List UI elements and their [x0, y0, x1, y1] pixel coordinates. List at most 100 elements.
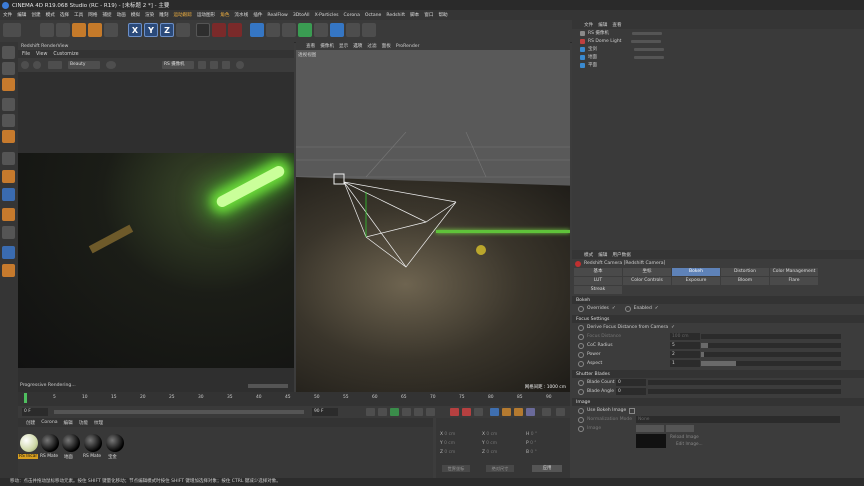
aspect-field[interactable]: 1 — [670, 360, 700, 367]
am-menu-mode[interactable]: 模式 — [584, 252, 593, 258]
snapshot-icon[interactable] — [48, 61, 62, 69]
focus-distance-slider[interactable] — [701, 334, 841, 339]
coord-value[interactable]: 0 ° — [531, 432, 537, 437]
menu-item-mesh[interactable]: 网格 — [88, 12, 97, 18]
param-key-icon[interactable] — [526, 408, 535, 416]
tab-distortion[interactable]: Distortion — [721, 268, 769, 276]
eye-icon[interactable] — [106, 61, 116, 69]
texture-mode-icon[interactable] — [2, 78, 15, 91]
am-menu-userdata[interactable]: 用户数据 — [612, 252, 630, 258]
viewport-menu-view[interactable]: 查看 — [306, 43, 315, 49]
crosshair-icon[interactable] — [210, 61, 218, 69]
live-select-icon[interactable] — [40, 23, 54, 37]
play-icon[interactable] — [390, 408, 399, 416]
pla-key-icon[interactable] — [542, 408, 551, 416]
override-radio[interactable] — [578, 305, 584, 312]
image-path-button[interactable] — [636, 425, 664, 432]
light-icon[interactable] — [362, 23, 376, 37]
y-axis-button[interactable]: Y — [144, 23, 158, 37]
blade-angle-radio[interactable] — [578, 388, 584, 395]
render-start-icon[interactable] — [21, 61, 29, 69]
power-field[interactable]: 2 — [670, 351, 700, 358]
tab-lut[interactable]: LUT — [574, 277, 622, 285]
blade-angle-slider[interactable] — [648, 389, 841, 394]
rotate-icon[interactable] — [88, 23, 102, 37]
edit-image-button[interactable]: Edit Image... — [676, 441, 703, 446]
viewport-menu-panel[interactable]: 面板 — [382, 43, 391, 49]
renderview-menu-view[interactable]: View — [36, 52, 47, 57]
object-row-dome-light[interactable]: RS Dome Light — [572, 37, 864, 45]
coord-value[interactable]: 0 cm — [486, 441, 497, 446]
menu-item-tools[interactable]: 工具 — [74, 12, 83, 18]
edges-mode-icon[interactable] — [2, 114, 15, 127]
menu-item-redshift[interactable]: Redshift — [386, 13, 405, 18]
derive-radio[interactable] — [578, 324, 584, 331]
menu-item-character[interactable]: 角色 — [220, 12, 229, 18]
object-row-camera[interactable]: RS 摄像机 — [572, 29, 864, 37]
menu-item-plugins[interactable]: 插件 — [253, 12, 262, 18]
power-slider[interactable] — [701, 352, 841, 357]
prev-key-icon[interactable] — [378, 408, 387, 416]
image-radio[interactable] — [578, 426, 584, 432]
menu-item-script[interactable]: 脚本 — [410, 12, 419, 18]
render-picture-viewer-icon[interactable] — [212, 23, 226, 37]
blade-angle-field[interactable]: 0 — [616, 388, 646, 395]
tweak-icon[interactable] — [2, 170, 15, 183]
tab-bokeh[interactable]: Bokeh — [672, 268, 720, 276]
grid-icon[interactable] — [198, 61, 206, 69]
size-mode-select[interactable]: 绝对尺寸 — [486, 465, 514, 472]
om-menu-edit[interactable]: 编辑 — [598, 22, 607, 28]
coord-value[interactable]: 0 ° — [530, 441, 536, 446]
blade-count-field[interactable]: 0 — [616, 379, 646, 386]
menu-item-render[interactable]: 渲染 — [145, 12, 154, 18]
menu-item-window[interactable]: 窗口 — [424, 12, 433, 18]
menu-item-create[interactable]: 创建 — [31, 12, 40, 18]
coord-value[interactable]: 0 cm — [444, 441, 455, 446]
coord-value[interactable]: 0 cm — [486, 432, 497, 437]
tab-flare[interactable]: Flare — [770, 277, 818, 285]
image-header[interactable]: Image — [572, 398, 864, 406]
pen-icon[interactable] — [266, 23, 280, 37]
timeline-menu-icon[interactable] — [556, 408, 565, 416]
array-icon[interactable] — [298, 23, 312, 37]
aspect-radio[interactable] — [578, 360, 584, 367]
make-editable-icon[interactable] — [2, 46, 15, 59]
menu-item-help[interactable]: 帮助 — [438, 12, 447, 18]
region-render-icon[interactable] — [222, 61, 230, 69]
position-key-icon[interactable] — [490, 408, 499, 416]
polygons-mode-icon[interactable] — [2, 130, 15, 143]
keyframe-selection-icon[interactable] — [474, 408, 483, 416]
subdivision-icon[interactable] — [282, 23, 296, 37]
go-to-start-icon[interactable] — [366, 408, 375, 416]
menu-item-sculpt[interactable]: 雕刻 — [159, 12, 168, 18]
menu-item-mograph[interactable]: 运动图形 — [197, 12, 215, 18]
focus-distance-radio[interactable] — [578, 333, 584, 340]
menu-item-select[interactable]: 选择 — [60, 12, 69, 18]
render-stop-icon[interactable] — [33, 61, 41, 69]
object-row-sword[interactable]: 宝剑 — [572, 45, 864, 53]
mat-menu-create[interactable]: 创建 — [26, 420, 35, 426]
enable-axis-icon[interactable] — [2, 152, 15, 165]
coord-value[interactable]: 0 cm — [444, 450, 455, 455]
render-settings-icon[interactable] — [228, 23, 242, 37]
object-row-ground[interactable]: 地面 — [572, 53, 864, 61]
mat-menu-texture[interactable]: 纹理 — [94, 420, 103, 426]
menu-item-realflow[interactable]: RealFlow — [267, 13, 287, 18]
autokey-icon[interactable] — [462, 408, 471, 416]
circle-icon[interactable] — [236, 61, 244, 69]
move-icon[interactable] — [56, 23, 70, 37]
object-row-plane[interactable]: 平面 — [572, 61, 864, 69]
coordinate-system-icon[interactable] — [176, 23, 190, 37]
coc-field[interactable]: 5 — [670, 342, 700, 349]
overrides-checkbox[interactable]: ✓ — [612, 306, 616, 311]
model-mode-icon[interactable] — [2, 62, 15, 75]
range-slider[interactable] — [54, 410, 304, 414]
menu-item-motion-tracker[interactable]: 运动跟踪 — [173, 12, 191, 18]
focus-distance-field[interactable]: 100 cm — [670, 333, 700, 340]
next-key-icon[interactable] — [402, 408, 411, 416]
scale-icon[interactable] — [72, 23, 86, 37]
viewport-menu-filter[interactable]: 过滤 — [367, 43, 376, 49]
menu-item-edit[interactable]: 编辑 — [17, 12, 26, 18]
z-axis-button[interactable]: Z — [160, 23, 174, 37]
go-to-end-icon[interactable] — [414, 408, 423, 416]
